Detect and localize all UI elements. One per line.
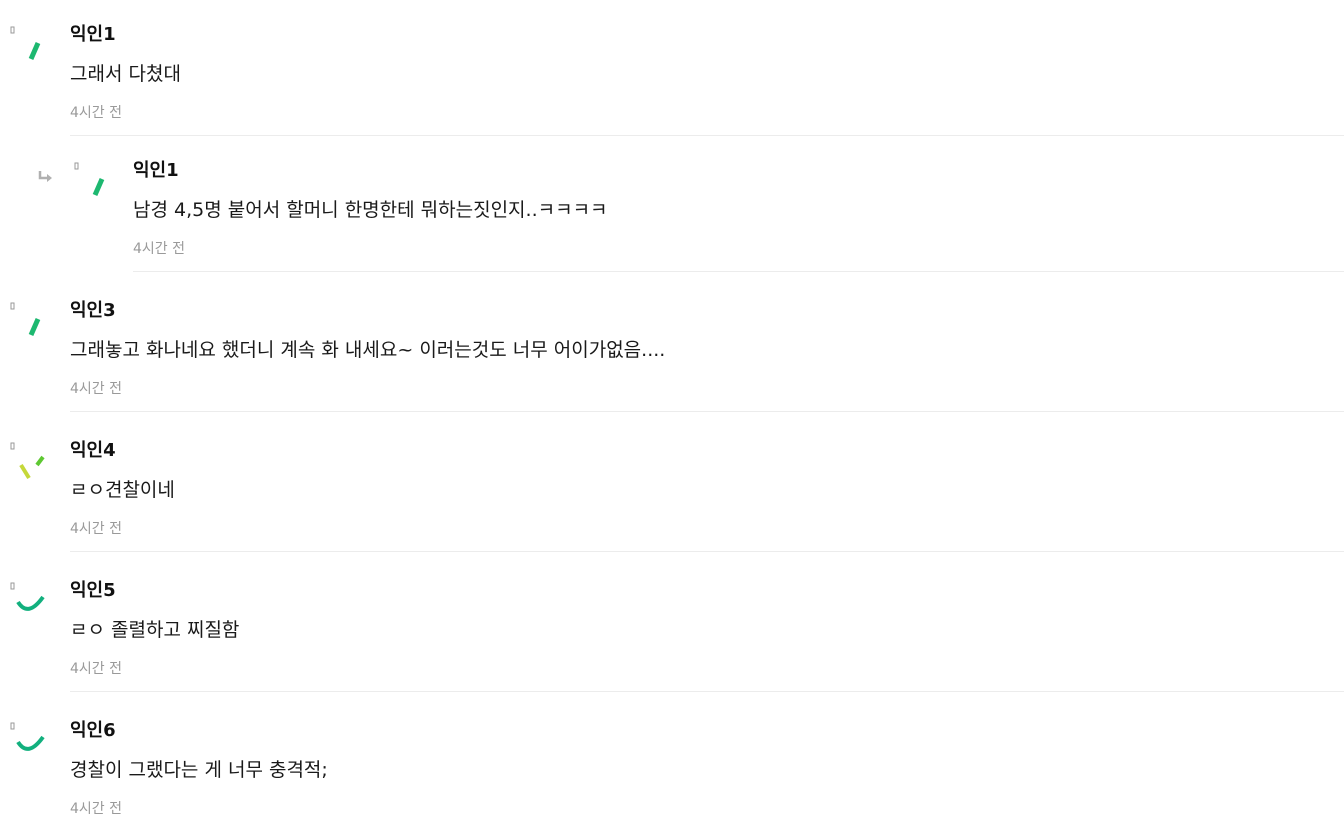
divider bbox=[70, 551, 1344, 552]
comment-item: 익인1 그래서 다쳤대 4시간 전 bbox=[0, 24, 1344, 136]
comment-author[interactable]: 익인3 bbox=[70, 300, 116, 322]
double-slash-icon bbox=[10, 442, 45, 480]
comment-time: 4시간 전 bbox=[70, 381, 122, 397]
comment-author[interactable]: 익인4 bbox=[70, 440, 116, 462]
comment-body: 익인4 ㄹㅇ견찰이네 4시간 전 bbox=[70, 440, 1344, 552]
comment-body: 익인3 그래놓고 화나네요 했더니 계속 화 내세요~ 이러는것도 너무 어이가… bbox=[70, 300, 1344, 412]
avatar[interactable] bbox=[72, 160, 122, 210]
comment-list: 익인1 그래서 다쳤대 4시간 전 익인1 남경 4,5명 붙어서 할머니 한명… bbox=[0, 0, 1344, 817]
comment-body: 익인1 남경 4,5명 붙어서 할머니 한명한테 뭐하는짓인지..ㅋㅋㅋㅋ 4시… bbox=[133, 160, 1344, 272]
comment-body: 익인6 경찰이 그랬다는 게 너무 충격적; 4시간 전 bbox=[70, 720, 1344, 817]
comment-time: 4시간 전 bbox=[70, 521, 122, 537]
arc-icon bbox=[10, 582, 45, 611]
comment-text: 남경 4,5명 붙어서 할머니 한명한테 뭐하는짓인지..ㅋㅋㅋㅋ bbox=[133, 199, 608, 221]
comment-item: 익인6 경찰이 그랬다는 게 너무 충격적; 4시간 전 bbox=[0, 720, 1344, 817]
comment-time: 4시간 전 bbox=[133, 241, 185, 257]
comment-item: 익인5 ㄹㅇ 졸렬하고 찌질함 4시간 전 bbox=[0, 580, 1344, 692]
avatar[interactable] bbox=[8, 440, 58, 490]
avatar[interactable] bbox=[8, 300, 58, 350]
comment-author[interactable]: 익인1 bbox=[70, 24, 116, 46]
comment-text: 그래서 다쳤대 bbox=[70, 63, 181, 85]
comment-text: ㄹㅇ견찰이네 bbox=[70, 479, 175, 501]
green-slash-icon bbox=[10, 26, 41, 61]
comment-author[interactable]: 익인6 bbox=[70, 720, 116, 742]
avatar[interactable] bbox=[8, 24, 58, 74]
comment-body: 익인5 ㄹㅇ 졸렬하고 찌질함 4시간 전 bbox=[70, 580, 1344, 692]
avatar[interactable] bbox=[8, 580, 58, 630]
comment-time: 4시간 전 bbox=[70, 661, 122, 677]
green-slash-icon bbox=[74, 162, 105, 197]
reply-arrow-icon bbox=[38, 171, 52, 182]
divider bbox=[70, 691, 1344, 692]
divider bbox=[70, 135, 1344, 136]
green-slash-icon bbox=[10, 302, 41, 337]
avatar[interactable] bbox=[8, 720, 58, 770]
comment-text: 그래놓고 화나네요 했더니 계속 화 내세요~ 이러는것도 너무 어이가없음..… bbox=[70, 339, 666, 361]
comment-body: 익인1 그래서 다쳤대 4시간 전 bbox=[70, 24, 1344, 136]
comment-item: 익인4 ㄹㅇ견찰이네 4시간 전 bbox=[0, 440, 1344, 552]
comment-time: 4시간 전 bbox=[70, 801, 122, 817]
comment-item: 익인3 그래놓고 화나네요 했더니 계속 화 내세요~ 이러는것도 너무 어이가… bbox=[0, 300, 1344, 412]
comment-time: 4시간 전 bbox=[70, 105, 122, 121]
comment-author[interactable]: 익인1 bbox=[133, 160, 179, 182]
arc-icon bbox=[10, 722, 45, 751]
divider bbox=[133, 271, 1344, 272]
comment-text: ㄹㅇ 졸렬하고 찌질함 bbox=[70, 619, 240, 641]
divider bbox=[70, 411, 1344, 412]
reply-item: 익인1 남경 4,5명 붙어서 할머니 한명한테 뭐하는짓인지..ㅋㅋㅋㅋ 4시… bbox=[0, 160, 1344, 272]
comment-author[interactable]: 익인5 bbox=[70, 580, 116, 602]
comment-text: 경찰이 그랬다는 게 너무 충격적; bbox=[70, 759, 328, 781]
